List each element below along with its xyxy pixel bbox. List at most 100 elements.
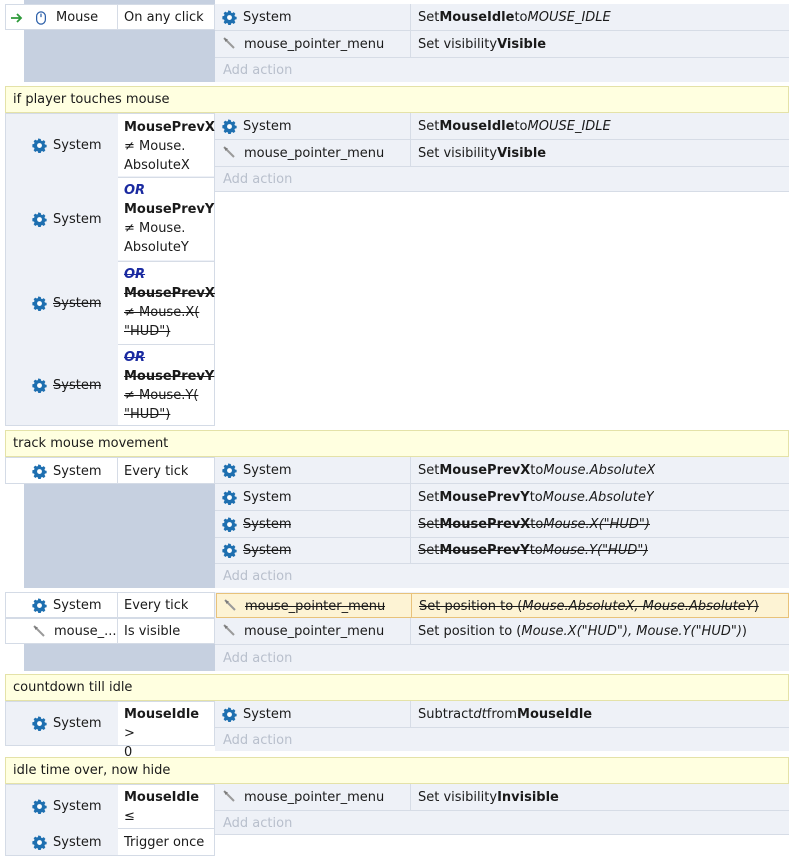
condition-operator: ≤ xyxy=(124,809,135,824)
event-1-condition[interactable]: Mouse On any click xyxy=(5,4,215,30)
action-object: System xyxy=(243,516,292,532)
action-object: mouse_pointer_menu xyxy=(244,623,385,639)
gear-icon xyxy=(222,119,237,134)
action-row[interactable]: System Set MousePrevX to Mouse.AbsoluteX xyxy=(215,457,789,483)
gear-icon xyxy=(222,490,237,505)
action-value: dt xyxy=(473,706,487,722)
action-row[interactable]: System Set MouseIdle to MOUSE_IDLE xyxy=(215,113,789,139)
add-action-label: Add action xyxy=(223,62,293,78)
action-row-disabled[interactable]: System Set MousePrevY to Mouse.Y("HUD") xyxy=(215,537,789,563)
condition-object: mouse_... xyxy=(54,624,117,639)
action-text: Set xyxy=(418,489,440,505)
action-var: MousePrevY xyxy=(439,542,530,558)
action-text: Set xyxy=(418,542,440,558)
gear-icon xyxy=(32,296,47,311)
action-row[interactable]: mouse_pointer_menu Set visibility Visibl… xyxy=(215,31,789,57)
pointer-sprite-icon xyxy=(223,599,237,613)
comment[interactable]: countdown till idle xyxy=(5,674,789,701)
action-row-disabled[interactable]: System Set MousePrevX to Mouse.X("HUD") xyxy=(215,511,789,537)
action-object: System xyxy=(243,462,292,478)
condition-object: System xyxy=(53,211,102,227)
condition-object: System xyxy=(53,799,102,814)
action-row[interactable]: mouse_pointer_menu Set position to (Mous… xyxy=(215,618,789,644)
action-value: Mouse.X("HUD") xyxy=(543,516,650,532)
condition-object: System xyxy=(53,716,102,731)
gear-icon xyxy=(32,464,47,479)
condition-object: System xyxy=(53,295,102,311)
action-var: MouseIdle xyxy=(517,706,593,722)
add-action-link[interactable]: Add action xyxy=(223,646,292,670)
add-action-link[interactable]: Add action xyxy=(223,728,292,752)
condition-row-disabled[interactable]: System OR MousePrevY ≠ Mouse.Y( "HUD") xyxy=(6,345,214,425)
condition-text: Every tick xyxy=(124,463,189,479)
action-text: Set xyxy=(418,9,440,25)
add-action-link[interactable]: Add action xyxy=(223,811,292,835)
action-row[interactable]: mouse_pointer_menu Set visibility Invisi… xyxy=(215,784,789,810)
action-object: System xyxy=(243,118,292,134)
action-text: Set position to ( xyxy=(419,598,523,614)
action-value: Visible xyxy=(497,36,547,52)
action-text: Subtract xyxy=(418,706,474,722)
condition-expr: ≠ Mouse. xyxy=(124,221,186,236)
condition-row[interactable]: System MouseIdle > 0 xyxy=(6,702,214,760)
condition-row[interactable]: System MouseIdle ≤ 0 xyxy=(6,785,214,843)
action-row[interactable]: System Subtract dt from MouseIdle xyxy=(215,701,789,727)
action-var: MousePrevX xyxy=(439,462,531,478)
action-row[interactable]: mouse_pointer_menu Set visibility Visibl… xyxy=(215,140,789,166)
add-action-link[interactable]: Add action xyxy=(223,167,292,191)
condition-row[interactable]: System OR MousePrevY ≠ Mouse. AbsoluteY xyxy=(6,178,214,260)
event-4-condition[interactable]: System Every tick xyxy=(5,592,215,618)
gear-icon xyxy=(222,543,237,558)
add-action-link[interactable]: Add action xyxy=(223,58,292,82)
action-row-disabled-selected[interactable]: mouse_pointer_menu Set position to (Mous… xyxy=(216,593,789,618)
action-object: mouse_pointer_menu xyxy=(244,789,385,805)
action-row[interactable]: System Set MouseIdle to MOUSE_IDLE xyxy=(215,4,789,30)
condition-text: On any click xyxy=(124,10,204,25)
add-action-label: Add action xyxy=(223,171,293,187)
action-object: mouse_pointer_menu xyxy=(244,145,385,161)
action-value: Mouse.AbsoluteX xyxy=(543,462,656,478)
comment-text: if player touches mouse xyxy=(13,92,170,107)
action-text: Set position to ( xyxy=(418,623,522,639)
add-action-label: Add action xyxy=(223,815,293,831)
comment-text: track mouse movement xyxy=(13,436,169,451)
action-text-mid: to xyxy=(530,516,544,532)
condition-row[interactable]: System Trigger once xyxy=(6,829,214,855)
gear-icon xyxy=(32,598,47,613)
event-3-condition[interactable]: System Every tick xyxy=(5,457,215,484)
condition-object: System xyxy=(53,463,102,479)
gear-icon xyxy=(222,10,237,25)
condition-var: MousePrevX xyxy=(124,286,215,301)
condition-expr: "HUD") xyxy=(124,407,171,422)
condition-row-disabled[interactable]: System OR MousePrevX ≠ Mouse.X( "HUD") xyxy=(6,262,215,344)
action-object: mouse_pointer_menu xyxy=(245,598,386,614)
action-text: Set xyxy=(418,462,440,478)
condition-var: MousePrevX xyxy=(124,120,215,135)
comment-text: countdown till idle xyxy=(13,680,133,695)
condition-row[interactable]: System MousePrevX ≠ Mouse. AbsoluteX xyxy=(6,114,215,176)
pointer-sprite-icon xyxy=(222,624,236,638)
action-object: System xyxy=(243,542,292,558)
condition-expr: AbsoluteY xyxy=(124,240,189,255)
gear-icon xyxy=(222,517,237,532)
gear-icon xyxy=(32,212,47,227)
gear-icon xyxy=(32,835,47,850)
mouse-icon xyxy=(34,11,48,25)
action-row[interactable]: System Set MousePrevY to Mouse.AbsoluteY xyxy=(215,484,789,510)
condition-expr: ≠ Mouse.X( xyxy=(124,305,200,320)
action-var: MouseIdle xyxy=(439,9,515,25)
add-action-label: Add action xyxy=(223,732,293,748)
action-text: Set xyxy=(418,516,440,532)
action-text-post: ) xyxy=(741,623,747,639)
comment[interactable]: track mouse movement xyxy=(5,430,789,457)
add-action-link[interactable]: Add action xyxy=(223,564,292,588)
condition-var: MousePrevY xyxy=(124,369,215,384)
comment[interactable]: if player touches mouse xyxy=(5,86,789,113)
or-label: OR xyxy=(124,267,146,282)
action-text-mid: to xyxy=(530,462,544,478)
or-label: OR xyxy=(124,350,146,365)
action-text: Set xyxy=(418,118,440,134)
comment[interactable]: idle time over, now hide xyxy=(5,757,789,784)
condition-expr: AbsoluteX xyxy=(124,158,190,173)
event-4-condition[interactable]: mouse_... Is visible xyxy=(5,618,215,644)
